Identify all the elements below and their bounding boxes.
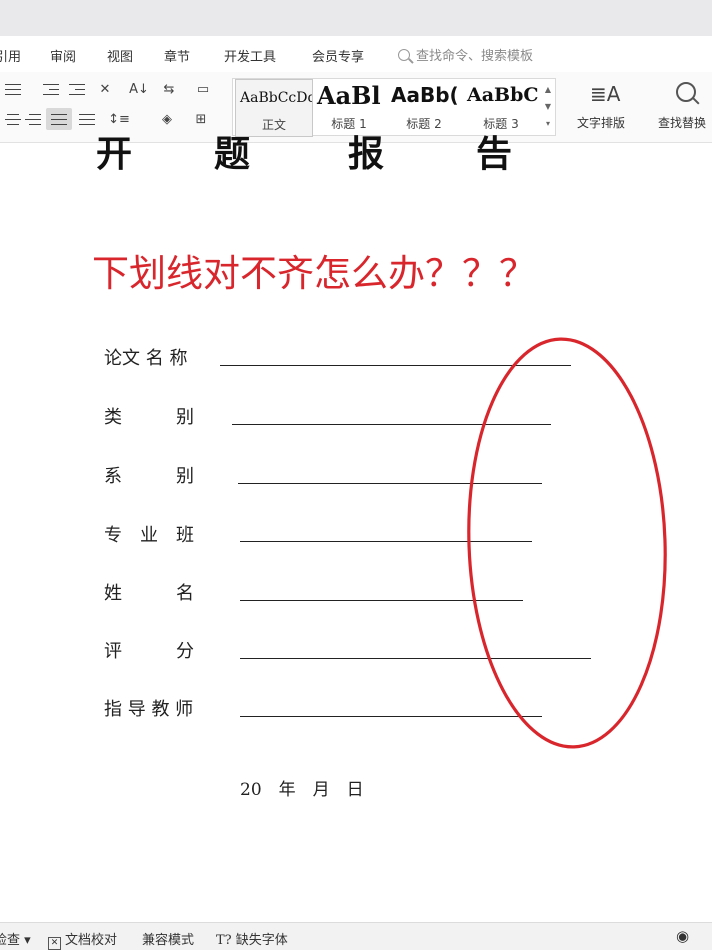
font-icon: T? <box>216 933 232 948</box>
chinese-layout-icon[interactable]: ✕ <box>92 78 118 100</box>
compat-mode-label: 兼容模式 <box>142 933 195 948</box>
menu-review[interactable]: 审阅 <box>50 46 76 65</box>
document-page[interactable]: 开 题 报 告 下划线对不齐怎么办？？？ 论文 名 称 类 别 系 别 专 业 … <box>0 133 712 923</box>
missing-font-button[interactable]: T? 缺失字体 <box>216 929 288 948</box>
proofread-button[interactable]: ✕ 文档校对 <box>48 929 117 950</box>
menu-member[interactable]: 会员专享 <box>312 46 364 65</box>
style-heading-2[interactable]: AaBb( 标题 2 <box>387 79 461 135</box>
menu-bar: 引用 审阅 视图 章节 开发工具 会员专享 查找命令、搜索模板 <box>0 36 712 72</box>
decrease-indent-icon[interactable] <box>38 78 64 100</box>
text-layout-icon: ≣A <box>590 82 621 106</box>
borders-icon[interactable]: ⊞ <box>188 108 214 130</box>
ruler-icon[interactable]: ▭ <box>190 78 216 100</box>
line-spacing-arrows-icon[interactable]: ⇆ <box>156 78 182 100</box>
menu-chapter[interactable]: 章节 <box>164 46 190 65</box>
menu-dev-tools[interactable]: 开发工具 <box>224 46 276 65</box>
command-search-placeholder: 查找命令、搜索模板 <box>416 49 534 64</box>
menu-view[interactable]: 视图 <box>107 46 133 65</box>
window-top-strip <box>0 0 712 36</box>
numbered-list-icon[interactable] <box>0 78 26 100</box>
spell-check-button[interactable]: 检查 ▾ <box>0 929 31 948</box>
proofread-icon: ✕ <box>48 937 61 950</box>
shading-icon[interactable]: ◈ <box>154 108 180 130</box>
status-bar: 检查 ▾ ✕ 文档校对 兼容模式 T? 缺失字体 ◉ <box>0 922 712 950</box>
align-justify-icon[interactable] <box>46 108 72 130</box>
command-search[interactable]: 查找命令、搜索模板 <box>398 45 533 64</box>
find-replace-button[interactable]: 查找替换 <box>652 78 712 134</box>
align-right-icon[interactable] <box>20 108 46 130</box>
text-direction-icon[interactable]: A↓ <box>126 78 152 100</box>
text-layout-button[interactable]: ≣A 文字排版 <box>566 78 636 134</box>
eye-icon[interactable]: ◉ <box>676 927 689 945</box>
increase-indent-icon[interactable] <box>64 78 90 100</box>
red-ellipse-annotation <box>467 337 667 749</box>
gallery-scroll[interactable]: ▲ ▼ ▾ <box>543 81 553 133</box>
menu-references[interactable]: 引用 <box>0 46 21 65</box>
search-icon <box>398 49 410 61</box>
